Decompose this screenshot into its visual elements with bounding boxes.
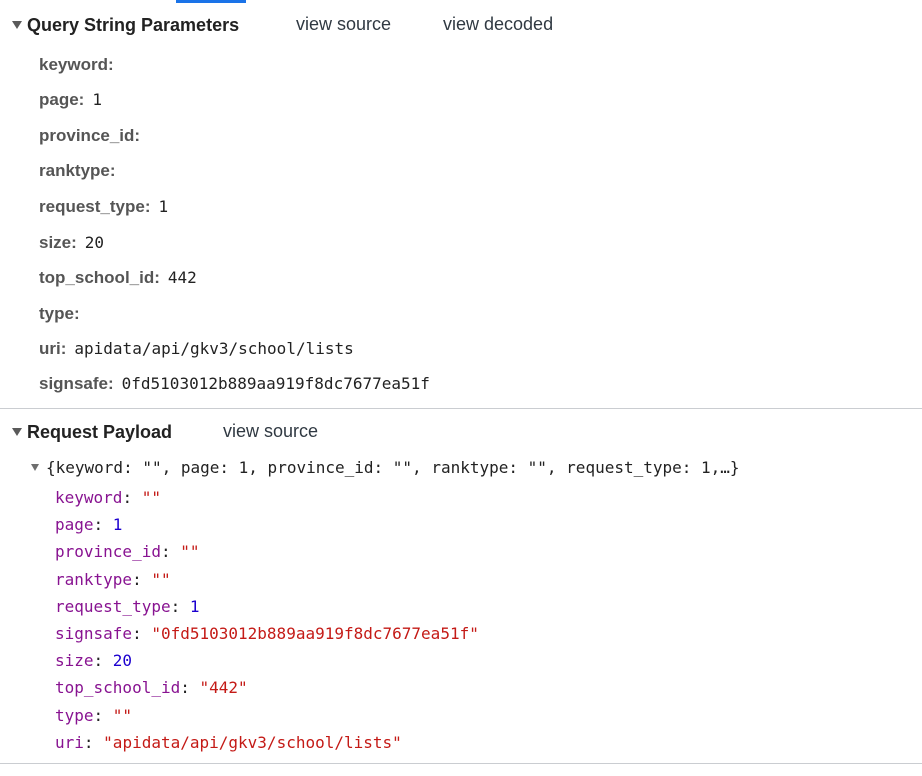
param-value: 20	[84, 233, 105, 252]
payload-entry: keyword: ""	[55, 488, 161, 507]
payload-entry: top_school_id: "442"	[55, 678, 248, 697]
param-value: 1	[158, 197, 169, 216]
payload-value: "442"	[199, 678, 248, 697]
param-value: apidata/api/gkv3/school/lists	[74, 339, 354, 358]
param-value: 1	[92, 90, 102, 109]
payload-entry: type: ""	[55, 706, 133, 725]
param-value: 0fd5103012b889aa919f8dc7677ea51f	[121, 374, 430, 393]
section-divider	[0, 408, 922, 409]
payload-entry: page: 1	[55, 515, 123, 534]
query-param-row: page: 1	[39, 90, 102, 110]
query-param-row: ranktype:	[39, 161, 124, 181]
param-key: type:	[39, 304, 80, 323]
query-param-row: top_school_id: 442	[39, 268, 197, 288]
payload-value: ""	[141, 488, 161, 507]
payload-value: 1	[112, 515, 123, 534]
payload-key: size	[55, 651, 94, 670]
payload-object-summary[interactable]: {keyword: "", page: 1, province_id: "", …	[31, 458, 740, 477]
payload-view-source-link[interactable]: view source	[223, 421, 318, 442]
payload-value: "apidata/api/gkv3/school/lists"	[103, 733, 402, 752]
active-tab-indicator	[176, 0, 246, 3]
query-param-row: keyword:	[39, 55, 122, 75]
payload-value: ""	[112, 706, 133, 725]
param-key: signsafe:	[39, 374, 114, 393]
query-param-row: signsafe: 0fd5103012b889aa919f8dc7677ea5…	[39, 374, 430, 394]
request-payload-title: Request Payload	[27, 421, 173, 442]
payload-key: keyword	[55, 488, 123, 507]
param-key: page:	[39, 90, 85, 109]
view-source-link[interactable]: view source	[296, 14, 391, 35]
payload-entry: signsafe: "0fd5103012b889aa919f8dc7677ea…	[55, 624, 479, 643]
payload-value: ""	[151, 570, 171, 589]
payload-key: province_id	[55, 542, 161, 561]
payload-value: 1	[189, 597, 200, 616]
payload-key: type	[55, 706, 94, 725]
payload-key: top_school_id	[55, 678, 181, 697]
payload-key: page	[55, 515, 94, 534]
payload-entry: province_id: ""	[55, 542, 200, 561]
query-param-row: province_id:	[39, 126, 148, 146]
payload-entry: request_type: 1	[55, 597, 200, 616]
query-param-row: size: 20	[39, 233, 104, 253]
param-key: ranktype:	[39, 161, 116, 180]
request-payload-section-header[interactable]: Request Payload	[12, 421, 172, 443]
payload-key: signsafe	[55, 624, 133, 643]
payload-key: ranktype	[55, 570, 133, 589]
param-key: size:	[39, 233, 77, 252]
payload-value: ""	[180, 542, 200, 561]
param-key: province_id:	[39, 126, 141, 145]
collapse-triangle-icon[interactable]	[12, 21, 22, 29]
param-value: 442	[167, 268, 197, 287]
query-string-title: Query String Parameters	[27, 14, 240, 35]
payload-key: uri	[55, 733, 84, 752]
payload-entry: size: 20	[55, 651, 133, 670]
query-param-row: request_type: 1	[39, 197, 168, 217]
view-decoded-link[interactable]: view decoded	[443, 14, 553, 35]
payload-summary-text: {keyword: "", page: 1, province_id: "", …	[46, 458, 740, 477]
collapse-triangle-icon[interactable]	[12, 428, 22, 436]
expand-triangle-icon[interactable]	[31, 464, 39, 471]
payload-value: "0fd5103012b889aa919f8dc7677ea51f"	[151, 624, 479, 643]
param-key: keyword:	[39, 55, 114, 74]
param-key: uri:	[39, 339, 67, 358]
bottom-divider	[0, 763, 922, 764]
query-param-row: type:	[39, 304, 88, 324]
param-key: top_school_id:	[39, 268, 160, 287]
payload-value: 20	[112, 651, 133, 670]
payload-key: request_type	[55, 597, 171, 616]
param-key: request_type:	[39, 197, 151, 216]
payload-entry: ranktype: ""	[55, 570, 171, 589]
payload-entry: uri: "apidata/api/gkv3/school/lists"	[55, 733, 402, 752]
query-param-row: uri: apidata/api/gkv3/school/lists	[39, 339, 354, 359]
query-string-section-header[interactable]: Query String Parameters	[12, 14, 239, 36]
